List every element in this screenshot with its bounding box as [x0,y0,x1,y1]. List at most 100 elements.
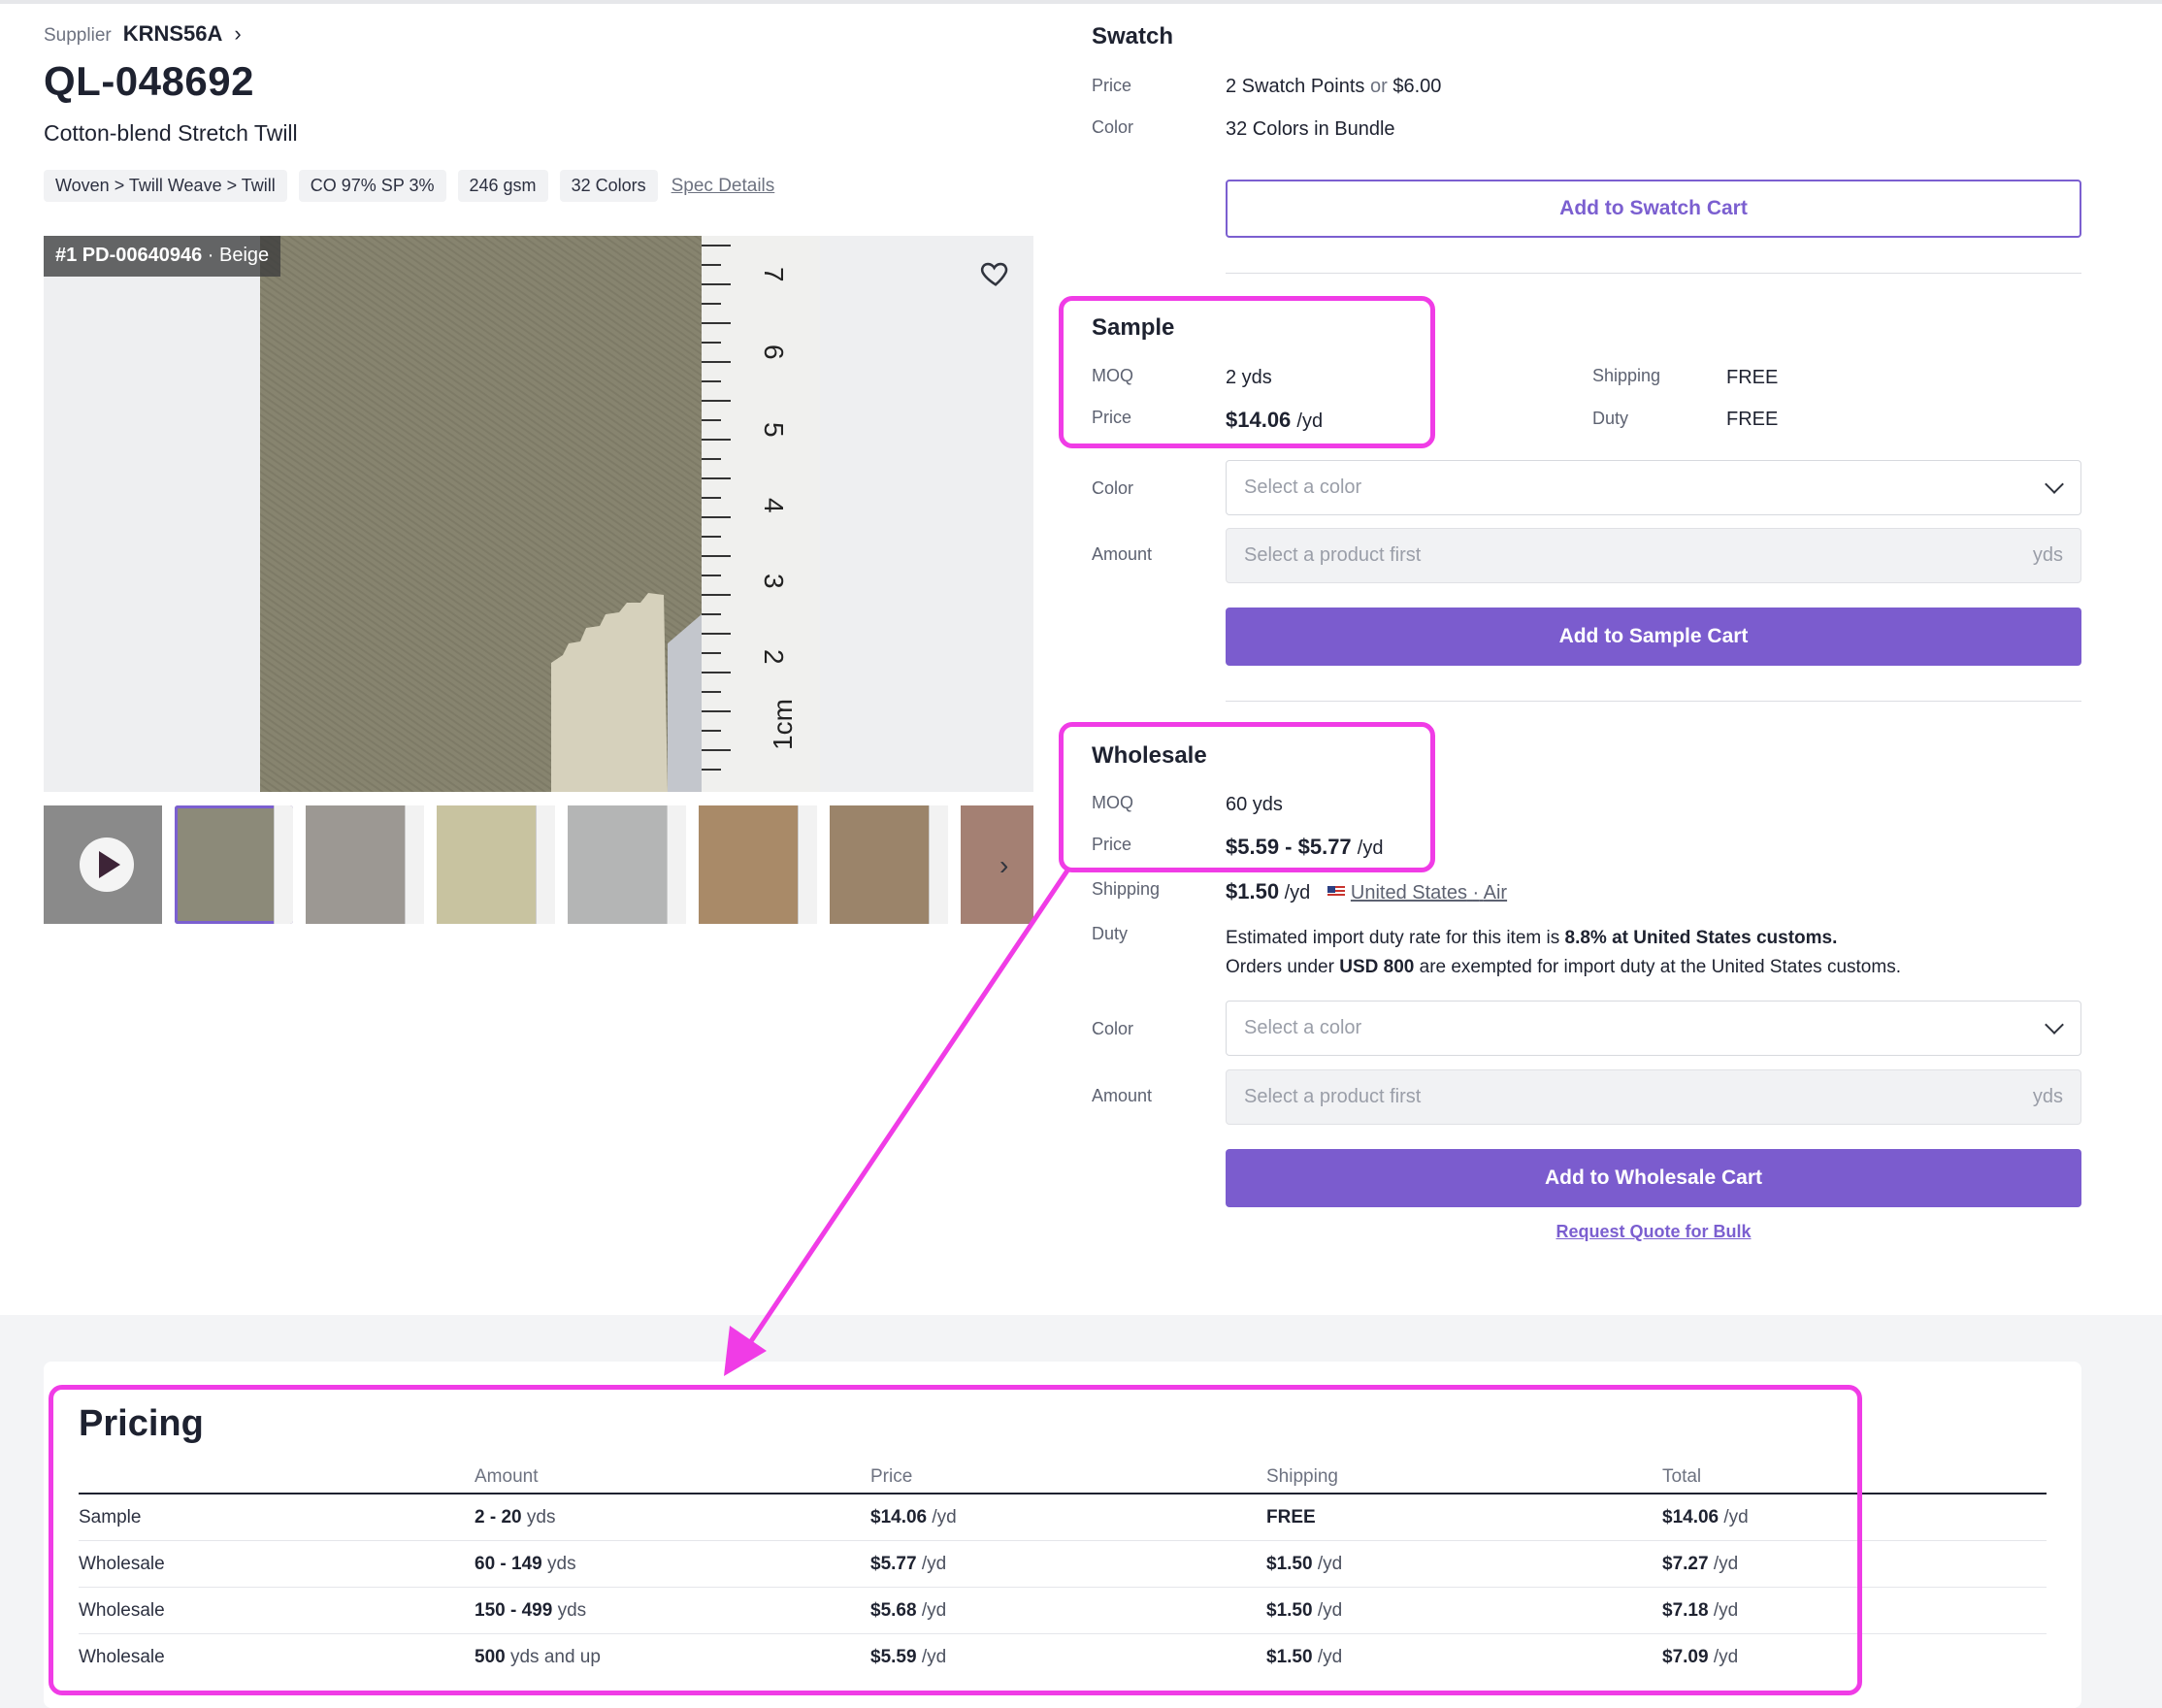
ruler-number-2: 2 [759,649,789,665]
ruler-strip [798,805,817,924]
header-total: Total [1662,1465,1702,1487]
wholesale-amount-unit: yds [2032,1086,2063,1107]
main-product-image[interactable]: 7 6 5 4 3 2 1cm #1 PD-00640946 · Beige [44,236,1033,792]
pricing-rows: Sample 2 - 20 yds $14.06 /yd FREE $14.06 /y… [79,1494,2047,1681]
add-to-wholesale-cart-button[interactable]: Add to Wholesale Cart [1226,1149,2081,1207]
ruler-strip [929,805,948,924]
thumbnail-strip [44,805,1033,924]
request-quote-link[interactable]: Request Quote for Bulk [1226,1222,2081,1242]
sample-color-placeholder: Select a color [1244,476,1362,498]
pricing-table: Amount Price Shipping Total Sample 2 - 20… [79,1461,2047,1681]
swatch-price-value: 2 Swatch Points or $6.00 [1226,76,1441,98]
ruler-number-5: 5 [759,422,789,438]
image-thumbnail[interactable] [306,805,424,924]
pricing-table-header: Amount Price Shipping Total [79,1461,2047,1494]
tag-category: Woven > Twill Weave > Twill [44,170,287,202]
wholesale-amount-input[interactable]: Select a product first yds [1226,1069,2081,1125]
wholesale-color-select[interactable]: Select a color [1226,1001,2081,1056]
ruler-strip [536,805,555,924]
ruler-strip [667,805,686,924]
spec-details-link[interactable]: Spec Details [672,176,775,197]
shipping-separator: · [1472,882,1480,903]
row-amount-unit: yds [526,1506,556,1527]
wholesale-amount-placeholder: Select a product first [1244,1086,1422,1107]
image-thumbnail[interactable] [961,805,1033,924]
image-badge-color: · Beige [207,245,270,266]
shipping-destination-link[interactable]: United States · Air [1351,882,1507,903]
ruler-strip [405,805,424,924]
chevron-down-icon [2045,1014,2064,1035]
row-total: $7.18 /yd [1662,1600,2047,1622]
wholesale-price-value: $5.59 - $5.77 /yd [1226,835,1383,860]
divider [1226,701,2081,702]
image-badge: #1 PD-00640946 · Beige [44,236,281,277]
sample-title: Sample [1092,314,1175,341]
row-total: $7.27 /yd [1662,1554,2047,1575]
duty-line-2-post: are exempted for import duty at the Unit… [1419,957,1901,977]
swatch-or: or [1369,76,1388,97]
row-price-value: $5.77 [870,1553,917,1574]
tag-composition: CO 97% SP 3% [298,170,446,202]
sample-price-amount: $14.06 [1226,408,1292,432]
chevron-right-icon[interactable]: › [234,21,241,47]
duty-line-2: Orders under USD 800 are exempted for im… [1226,953,1901,982]
row-amount-value: 150 - 499 [475,1599,553,1621]
image-thumbnail[interactable] [830,805,948,924]
image-thumbnail[interactable] [175,805,293,924]
wholesale-shipping-label: Shipping [1092,879,1161,899]
tag-colors: 32 Colors [559,170,658,202]
product-tags: Woven > Twill Weave > Twill CO 97% SP 3%… [44,170,774,202]
us-flag-icon [1327,886,1345,899]
row-price: $14.06 /yd [870,1507,1266,1528]
row-price-unit: /yd [921,1599,947,1621]
sample-amount-input[interactable]: Select a product first yds [1226,528,2081,583]
ruler-strip [274,805,293,924]
row-total-value: $7.18 [1662,1599,1709,1621]
row-type-value: Wholesale [79,1553,165,1574]
row-amount-value: 2 - 20 [475,1506,522,1527]
row-shipping-unit: /yd [1317,1553,1343,1574]
row-price-value: $5.68 [870,1599,917,1621]
pricing-row: Wholesale 500 yds and up $5.59 /yd $1.50 /y… [79,1634,2047,1681]
row-type-value: Wholesale [79,1599,165,1621]
sample-duty-value: FREE [1726,409,1779,430]
ruler-number-1cm: 1cm [768,699,798,750]
supplier-label: Supplier [44,25,112,46]
header-price: Price [870,1465,913,1487]
image-thumbnail[interactable] [568,805,686,924]
sample-duty-label: Duty [1592,409,1629,428]
row-price: $5.68 /yd [870,1600,1266,1622]
image-thumbnail[interactable] [699,805,817,924]
row-type: Wholesale [79,1647,475,1668]
wholesale-moq-value: 60 yds [1226,794,1283,815]
sample-price-unit: /yd [1296,411,1324,432]
row-amount-unit: yds and up [509,1647,601,1667]
duty-line-2-pre: Orders under [1226,957,1334,977]
wholesale-moq-label: MOQ [1092,793,1133,812]
heart-icon[interactable] [979,257,1012,290]
image-badge-id: #1 PD-00640946 [55,245,203,266]
row-shipping-unit: /yd [1317,1599,1343,1621]
image-thumbnail[interactable] [437,805,555,924]
top-border [0,0,2162,4]
add-to-sample-cart-button[interactable]: Add to Sample Cart [1226,608,2081,666]
video-thumbnail[interactable] [44,805,162,924]
row-total: $7.09 /yd [1662,1647,2047,1668]
header-shipping: Shipping [1266,1465,1338,1487]
row-shipping-value: $1.50 [1266,1599,1313,1621]
row-price-value: $5.59 [870,1647,917,1667]
add-to-swatch-cart-button[interactable]: Add to Swatch Cart [1226,180,2081,238]
supplier-name[interactable]: KRNS56A [123,21,223,47]
sample-moq-label: MOQ [1092,366,1133,385]
chevron-down-icon [2045,474,2064,494]
sample-color-select[interactable]: Select a color [1226,460,2081,515]
row-total-unit: /yd [1713,1599,1739,1621]
chevron-right-icon[interactable]: › [999,850,1008,881]
supplier-row[interactable]: Supplier KRNS56A › [44,21,242,47]
swatch-color-value: 32 Colors in Bundle [1226,118,1395,140]
duty-line-1-text: Estimated import duty rate for this item… [1226,928,1560,948]
wholesale-color-label: Color [1092,1019,1134,1038]
row-amount-value: 500 [475,1647,506,1667]
duty-threshold: USD 800 [1339,957,1415,977]
sample-price-value: $14.06 /yd [1226,408,1323,433]
